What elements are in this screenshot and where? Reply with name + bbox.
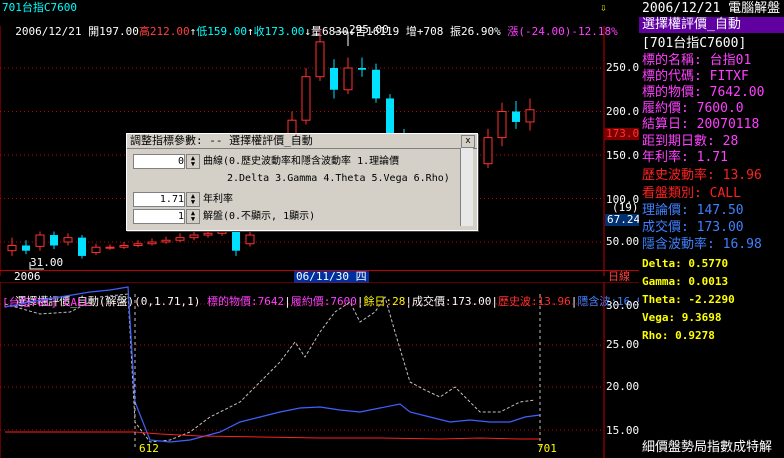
panel-impl-vol: 隱含波動率: 16.98 — [642, 237, 762, 252]
panel-days-left: 距到期日數: 28 — [642, 134, 739, 149]
param2-label: 年利率 — [203, 194, 233, 205]
candle-body — [161, 239, 171, 243]
panel-settle: 結算日: 20070118 — [642, 117, 760, 132]
candle-body — [50, 235, 58, 246]
ind-tick-20: 20.00 — [606, 380, 640, 393]
ind-left-date: 612 — [139, 442, 159, 455]
theory-line — [4, 286, 541, 443]
param1-input[interactable]: 0 — [133, 154, 185, 169]
panel-name: 標的名稱: 台指01 — [642, 53, 752, 68]
candle-body — [483, 137, 493, 165]
panel-top-title: 2006/12/21 電腦解盤 — [642, 1, 781, 16]
param1-spinner[interactable]: ▲ ▼ — [186, 154, 200, 169]
panel-theta: Theta: -2.2290 — [642, 293, 735, 306]
low-label: 31.00 — [30, 256, 64, 269]
adjust-params-dialog[interactable]: 調整指標參數: -- 選擇權評價_自動 x 0 ▲ ▼ 曲線(0.歷史波動率和隱含… — [126, 133, 478, 231]
panel-type: 看盤類別: CALL — [642, 186, 741, 201]
panel-vega: Vega: 9.3698 — [642, 311, 722, 324]
panel-rate: 年利率: 1.71 — [642, 150, 728, 165]
panel-bottom: 細價盤勢局指數成特解 — [642, 440, 773, 455]
panel-rho: Rho: 0.9278 — [642, 329, 715, 342]
pct-tag: 67.24 — [605, 213, 643, 226]
candle-body — [372, 69, 380, 99]
panel-code: 標的代碼: FITXF — [642, 69, 749, 84]
candle-body — [7, 244, 17, 252]
panel-strike: 履約價: 7600.0 — [642, 101, 744, 116]
candle-body — [386, 98, 394, 138]
price-tick-50: 50.00 — [606, 235, 640, 248]
peak-label: 295.00 — [349, 23, 389, 36]
candle-body — [525, 109, 535, 123]
param2-spinner[interactable]: ▲ ▼ — [186, 192, 200, 207]
candle-body — [245, 234, 255, 245]
candle-body — [175, 237, 185, 241]
param2-input[interactable]: 1.71 — [133, 192, 185, 207]
param3-label: 解盤(0.不顯示, 1顯示) — [203, 211, 316, 222]
ind-tick-30: 30.00 — [606, 299, 640, 312]
dialog-title[interactable]: 調整指標參數: -- 選擇權評價_自動 — [127, 134, 477, 149]
candle-body — [358, 68, 366, 70]
instrument-title: 701台指C7600 — [2, 1, 77, 14]
candle-body — [35, 234, 45, 247]
candle-body — [217, 231, 227, 234]
candle-body — [133, 243, 143, 246]
implied-vol-line — [4, 293, 536, 443]
close-icon[interactable]: x — [461, 135, 475, 148]
param3-spinner[interactable]: ▲ ▼ — [186, 209, 200, 224]
panel-subject-price: 標的物價: 7642.00 — [642, 85, 765, 100]
panel-delta: Delta: 0.5770 — [642, 257, 729, 270]
panel-title: 選擇權評價_自動 — [639, 17, 784, 33]
candle-body — [105, 246, 115, 249]
panel-hist-vol: 歷史波動率: 13.96 — [642, 168, 762, 183]
candle-body — [497, 111, 507, 139]
candle-body — [512, 111, 520, 122]
candle-body — [119, 244, 129, 248]
hist-vol-line — [5, 431, 540, 440]
ind-tick-15: 15.00 — [606, 424, 640, 437]
indicator-chart[interactable] — [0, 282, 639, 458]
candle-body — [147, 241, 157, 245]
candle-body — [301, 76, 311, 121]
ind-right-date: 701 — [537, 442, 557, 455]
candle-body — [315, 41, 325, 78]
candle-body — [22, 245, 30, 251]
candle-body — [203, 232, 213, 236]
pin-icon[interactable]: ⇩ — [600, 2, 612, 14]
candle-body — [78, 237, 86, 256]
panel-contract: [701台指C7600] — [642, 36, 747, 51]
panel-gamma: Gamma: 0.0013 — [642, 275, 729, 288]
panel-theory: 理論價: 147.50 — [642, 203, 744, 218]
param1-label: 曲線(0.歷史波動率和隱含波動率 1.理論價 — [203, 156, 400, 167]
candle-body — [330, 68, 338, 90]
info-panel: 2006/12/21 電腦解盤 選擇權評價_自動 [701台指C7600] 標的… — [639, 0, 784, 458]
param1-label-line2: 2.Delta 3.Gamma 4.Theta 5.Vega 6.Rho) — [227, 173, 450, 184]
param3-input[interactable]: 1 — [133, 209, 185, 224]
candle-body — [63, 237, 73, 243]
candle-body — [189, 234, 199, 239]
candle-body — [343, 67, 353, 91]
dialog-scrollbar[interactable] — [460, 148, 473, 226]
peak-marker — [334, 31, 349, 46]
candle-body — [232, 231, 240, 251]
ind-tick-25: 25.00 — [606, 338, 640, 351]
panel-deal: 成交價: 173.00 — [642, 220, 744, 235]
candle-body — [91, 246, 101, 253]
